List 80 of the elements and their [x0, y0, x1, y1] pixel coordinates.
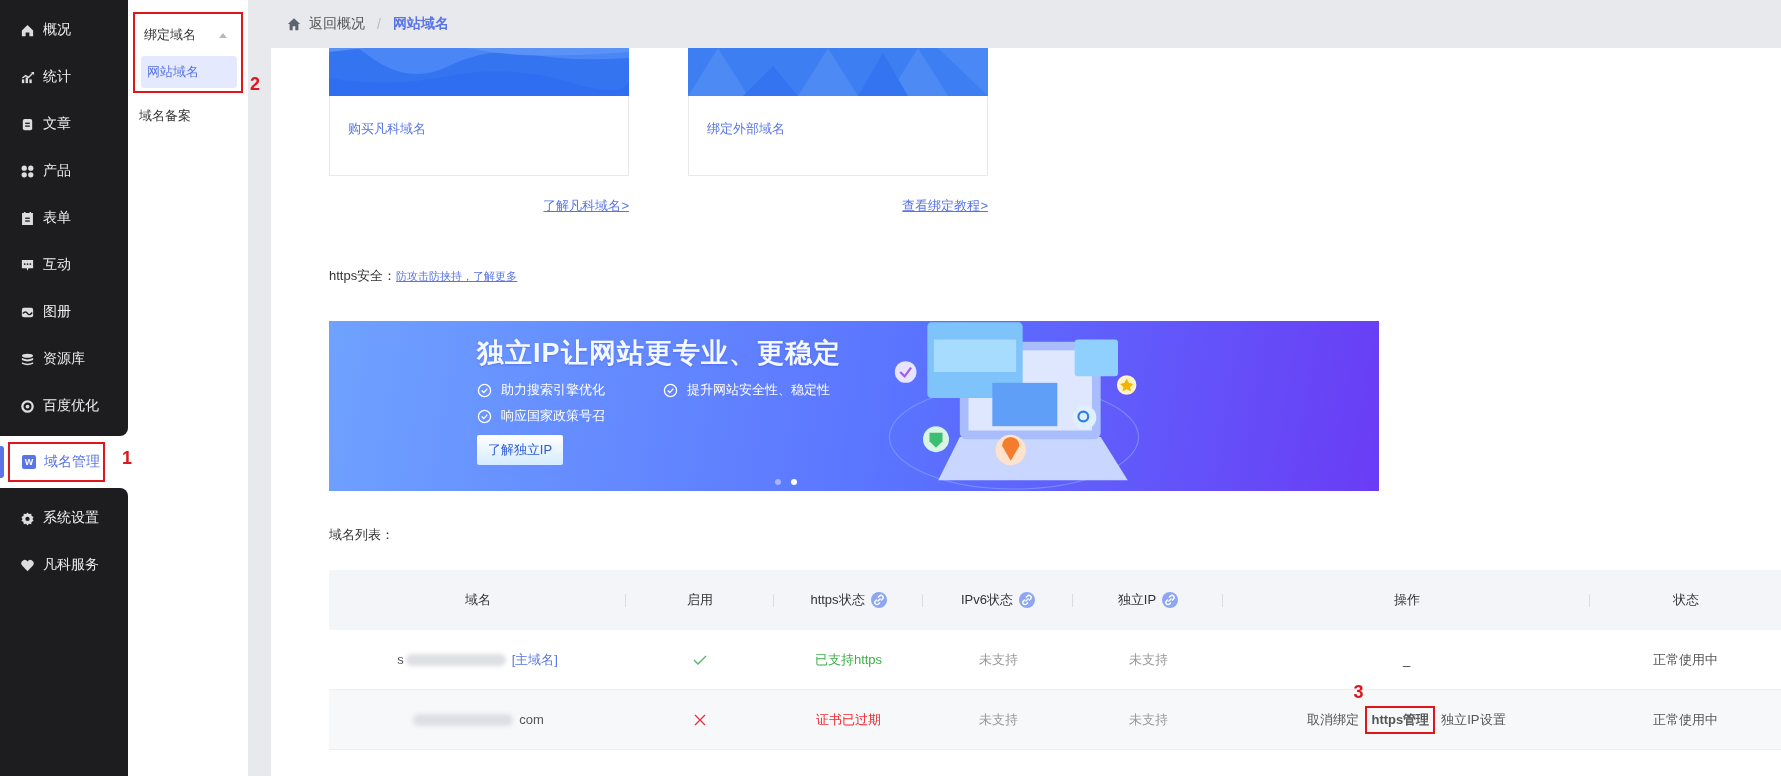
- nav-icon: [20, 557, 35, 573]
- ip-status: 未支持: [1128, 650, 1168, 669]
- home-icon: [287, 17, 301, 31]
- empty-action: _: [1402, 652, 1411, 667]
- nav-icon: [20, 398, 35, 414]
- w-icon: W: [22, 455, 36, 469]
- https-label: https安全：: [329, 267, 397, 285]
- active-indicator: [0, 446, 4, 478]
- action-link[interactable]: 独立IP设置: [1441, 710, 1506, 729]
- nav-icon: [20, 510, 35, 526]
- ipv6-status: 未支持: [978, 650, 1018, 669]
- help-link[interactable]: 了解凡科域名>: [543, 197, 629, 215]
- nav-item[interactable]: 概况: [0, 8, 128, 52]
- annotation-number: 2: [250, 74, 260, 95]
- status-text: 正常使用中: [1653, 710, 1718, 729]
- nav-icon: [20, 210, 35, 226]
- feature-text: 提升网站安全性、稳定性: [687, 381, 830, 399]
- option-card[interactable]: 绑定外部域名: [688, 48, 988, 176]
- banner-title: 独立IP让网站更专业、更稳定: [477, 337, 841, 370]
- nav-icon: [20, 351, 35, 367]
- nav-item[interactable]: 资源库: [0, 337, 128, 381]
- card-title: 购买凡科域名: [347, 120, 427, 138]
- column-header: 状态: [1672, 591, 1699, 609]
- help-link[interactable]: 查看绑定教程>: [902, 197, 988, 215]
- column-header: 独立IP: [1117, 591, 1157, 609]
- learn-more-link[interactable]: 防攻击防挟持，了解更多: [396, 268, 518, 284]
- nav-icon: [20, 116, 35, 132]
- column-header: 域名: [464, 591, 491, 609]
- status-text: 正常使用中: [1653, 650, 1718, 669]
- column-header: 操作: [1393, 591, 1420, 609]
- column-header: 启用: [687, 591, 713, 609]
- https-status: 已支持https: [814, 650, 883, 669]
- promo-banner[interactable]: 独立IP让网站更专业、更稳定 助力搜索引擎优化 提升网站安全性、稳定性 响应国家政策号召 了解独立IP: [329, 321, 1379, 491]
- nav-item[interactable]: W 域名管理: [10, 444, 103, 480]
- learn-ip-button[interactable]: 了解独立IP: [477, 435, 563, 465]
- column-header: https状态: [810, 591, 865, 609]
- breadcrumb-separator: /: [377, 16, 381, 32]
- nav-item[interactable]: 图册: [0, 290, 128, 334]
- ip-status: 未支持: [1128, 710, 1168, 729]
- main-domain-tag[interactable]: [主域名]: [511, 650, 558, 669]
- list-label: 域名列表：: [329, 526, 395, 544]
- nav-item[interactable]: 凡科服务: [0, 543, 128, 587]
- check-circle-icon: [477, 382, 492, 398]
- caret-icon: [219, 32, 227, 38]
- action-link[interactable]: 取消绑定: [1307, 710, 1360, 729]
- link-icon[interactable]: [870, 592, 887, 608]
- subnav-item[interactable]: 网站域名: [141, 56, 237, 88]
- carousel-dot[interactable]: [775, 479, 781, 485]
- feature-text: 响应国家政策号召: [501, 407, 605, 425]
- nav-icon: [20, 69, 35, 85]
- back-link[interactable]: 返回概况: [309, 15, 365, 33]
- nav-item[interactable]: 统计: [0, 55, 128, 99]
- annotation-number: 3: [1353, 681, 1364, 703]
- nav-item[interactable]: 表单: [0, 196, 128, 240]
- nav-item[interactable]: 互动: [0, 243, 128, 287]
- nav-item[interactable]: 系统设置: [0, 496, 128, 540]
- link-icon[interactable]: [1162, 592, 1179, 608]
- action-link[interactable]: https管理: [1371, 710, 1430, 729]
- check-circle-icon: [663, 382, 678, 398]
- feature-text: 助力搜索引擎优化: [501, 381, 605, 399]
- ipv6-status: 未支持: [978, 710, 1018, 729]
- card-title: 绑定外部域名: [706, 120, 786, 138]
- breadcrumb-current: 网站域名: [392, 15, 449, 33]
- domain-text: s: [397, 652, 404, 667]
- nav-item[interactable]: 百度优化: [0, 384, 128, 428]
- domain-text: com: [519, 712, 544, 727]
- nav-item[interactable]: 产品: [0, 149, 128, 193]
- link-icon[interactable]: [1019, 592, 1035, 608]
- nav-icon: [20, 22, 35, 38]
- annotation-number: 1: [122, 448, 132, 469]
- nav-icon: [20, 257, 35, 273]
- column-header: IPv6状态: [961, 591, 1013, 609]
- check-circle-icon: [477, 408, 492, 424]
- carousel-dot[interactable]: [791, 479, 797, 485]
- nav-item[interactable]: 文章: [0, 102, 128, 146]
- nav-icon: [20, 163, 35, 179]
- subnav-group[interactable]: 绑定域名: [135, 14, 241, 56]
- option-card[interactable]: 购买凡科域名: [329, 48, 629, 176]
- https-status: 证书已过期: [816, 710, 881, 729]
- subnav-group[interactable]: 域名备案: [128, 93, 248, 139]
